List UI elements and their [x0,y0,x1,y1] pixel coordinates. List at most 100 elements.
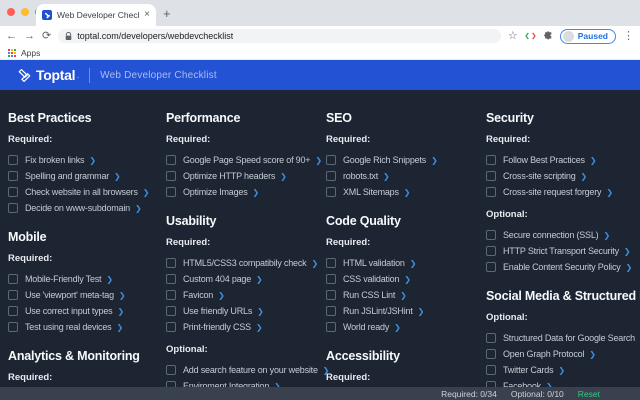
checklist-item[interactable]: Run CSS Lint❯ [326,287,486,303]
bookmark-star-icon[interactable]: ☆ [508,31,518,42]
checkbox[interactable] [326,155,336,165]
checklist-item[interactable]: Favicon❯ [166,287,326,303]
checklist-item[interactable]: Decide on www-subdomain❯ [8,200,166,216]
checkbox[interactable] [8,306,18,316]
chevron-right-icon[interactable]: ❯ [394,323,401,332]
checkbox[interactable] [486,171,496,181]
chevron-right-icon[interactable]: ❯ [116,323,123,332]
chevron-right-icon[interactable]: ❯ [558,366,565,375]
checkbox[interactable] [8,155,18,165]
chevron-right-icon[interactable]: ❯ [257,307,264,316]
chevron-right-icon[interactable]: ❯ [135,204,142,213]
extensions-puzzle-icon[interactable] [543,31,553,41]
checkbox[interactable] [166,322,176,332]
checklist-item[interactable]: Twitter Cards❯ [486,362,640,378]
reload-icon[interactable]: ⟳ [42,31,51,42]
checkbox[interactable] [486,349,496,359]
checkbox[interactable] [166,365,176,375]
extension-arrows-icon[interactable] [525,32,536,40]
checkbox[interactable] [166,187,176,197]
checkbox[interactable] [486,262,496,272]
chevron-right-icon[interactable]: ❯ [590,156,597,165]
checklist-item[interactable]: Mobile-Friendly Test❯ [8,271,166,287]
checklist-item[interactable]: World ready❯ [326,319,486,335]
checkbox[interactable] [166,155,176,165]
close-window-button[interactable] [7,8,15,16]
checkbox[interactable] [486,155,496,165]
chevron-right-icon[interactable]: ❯ [280,172,287,181]
checkbox[interactable] [8,274,18,284]
checklist-item[interactable]: Test using real devices❯ [8,319,166,335]
chevron-right-icon[interactable]: ❯ [89,156,96,165]
checklist-item[interactable]: Use friendly URLs❯ [166,303,326,319]
checklist-item[interactable]: Secure connection (SSL)❯ [486,227,640,243]
tab-close-icon[interactable]: × [144,10,150,20]
chevron-right-icon[interactable]: ❯ [626,263,633,272]
checkbox[interactable] [326,171,336,181]
browser-menu-icon[interactable]: ⋮ [623,31,634,42]
chevron-right-icon[interactable]: ❯ [410,259,417,268]
checklist-item[interactable]: Cross-site scripting❯ [486,168,640,184]
url-text[interactable]: toptal.com/developers/webdevchecklist [77,31,233,41]
checklist-item[interactable]: Enable Content Security Policy❯ [486,259,640,275]
checkbox[interactable] [486,333,496,343]
checklist-item[interactable]: Google Page Speed score of 90+❯ [166,152,326,168]
chevron-right-icon[interactable]: ❯ [606,188,613,197]
checkbox[interactable] [8,322,18,332]
checklist-item[interactable]: Check website in all browsers❯ [8,184,166,200]
chevron-right-icon[interactable]: ❯ [315,156,322,165]
checklist-item[interactable]: HTML validation❯ [326,255,486,271]
back-icon[interactable]: ← [6,31,17,42]
checklist-item[interactable]: HTML5/CSS3 compatibily check❯ [166,255,326,271]
checklist-item[interactable]: robots.txt❯ [326,168,486,184]
apps-grid-icon[interactable] [8,49,16,57]
browser-tab[interactable]: Web Developer Checklist: Web × [36,4,156,26]
checkbox[interactable] [326,322,336,332]
forward-icon[interactable]: → [24,31,35,42]
address-bar[interactable]: toptal.com/developers/webdevchecklist [58,29,501,43]
checkbox[interactable] [166,258,176,268]
checklist-item[interactable]: Use 'viewport' meta-tag❯ [8,287,166,303]
checklist-item[interactable]: Structured Data for Google Search❯ [486,330,640,346]
chevron-right-icon[interactable]: ❯ [418,307,425,316]
checklist-item[interactable]: Spelling and grammar❯ [8,168,166,184]
checklist-item[interactable]: CSS validation❯ [326,271,486,287]
checkbox[interactable] [486,246,496,256]
checkbox[interactable] [326,274,336,284]
chevron-right-icon[interactable]: ❯ [106,275,113,284]
profile-paused-button[interactable]: Paused [560,29,616,44]
checkbox[interactable] [8,171,18,181]
chevron-right-icon[interactable]: ❯ [119,291,126,300]
chevron-right-icon[interactable]: ❯ [431,156,438,165]
chevron-right-icon[interactable]: ❯ [253,188,260,197]
checkbox[interactable] [486,230,496,240]
checkbox[interactable] [486,187,496,197]
checklist-item[interactable]: Google Rich Snippets❯ [326,152,486,168]
chevron-right-icon[interactable]: ❯ [624,247,631,256]
checkbox[interactable] [326,306,336,316]
checklist-item[interactable]: Custom 404 page❯ [166,271,326,287]
checklist-item[interactable]: XML Sitemaps❯ [326,184,486,200]
chevron-right-icon[interactable]: ❯ [404,188,411,197]
chevron-right-icon[interactable]: ❯ [404,275,411,284]
checkbox[interactable] [326,290,336,300]
chevron-right-icon[interactable]: ❯ [311,259,318,268]
checklist-item[interactable]: Open Graph Protocol❯ [486,346,640,362]
chevron-right-icon[interactable]: ❯ [117,307,124,316]
checklist-item[interactable]: Optimize Images❯ [166,184,326,200]
checklist-item[interactable]: Optimize HTTP headers❯ [166,168,326,184]
checkbox[interactable] [326,258,336,268]
chevron-right-icon[interactable]: ❯ [581,172,588,181]
checklist-item[interactable]: Add search feature on your website❯ [166,362,326,378]
checkbox[interactable] [8,187,18,197]
checkbox[interactable] [166,290,176,300]
chevron-right-icon[interactable]: ❯ [256,323,263,332]
checkbox[interactable] [166,274,176,284]
minimize-window-button[interactable] [21,8,29,16]
chevron-right-icon[interactable]: ❯ [143,188,150,197]
checkbox[interactable] [166,171,176,181]
chevron-right-icon[interactable]: ❯ [218,291,225,300]
checkbox[interactable] [166,306,176,316]
checklist-item[interactable]: HTTP Strict Transport Security❯ [486,243,640,259]
checklist-item[interactable]: Fix broken links❯ [8,152,166,168]
